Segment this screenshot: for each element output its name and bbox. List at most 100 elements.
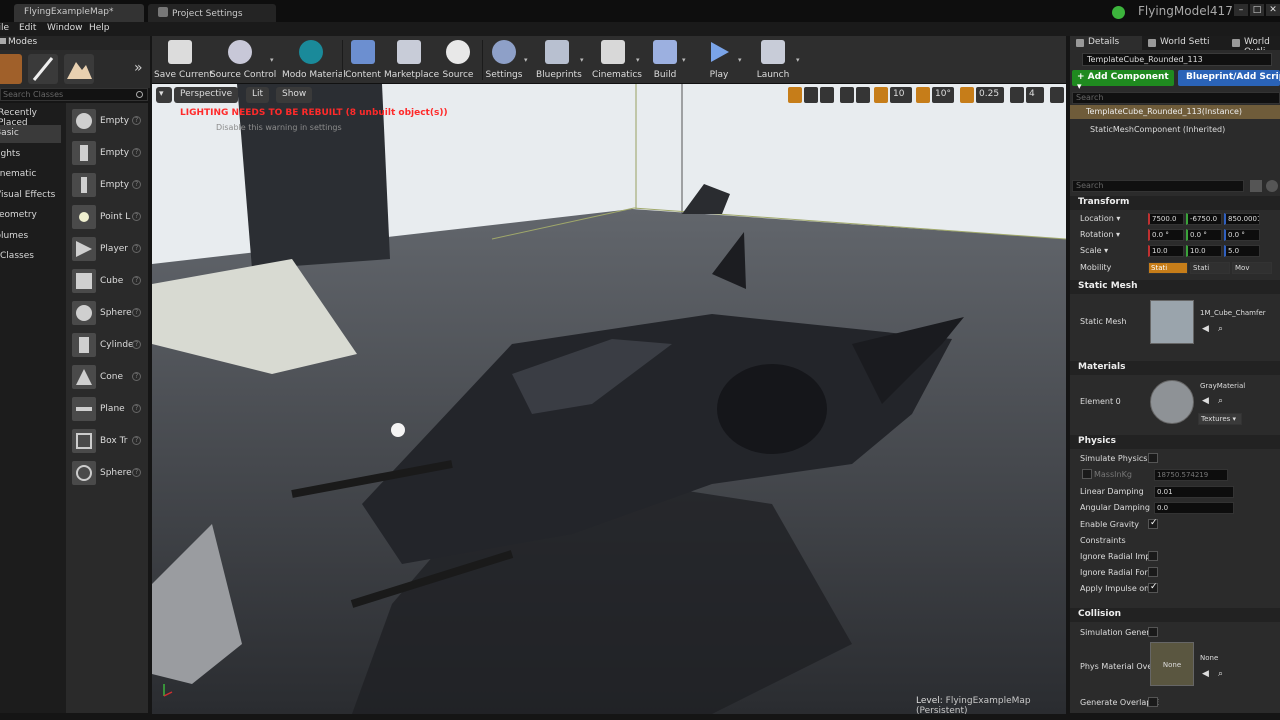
settings-button[interactable]: Settings	[484, 38, 524, 82]
materials-section[interactable]: Materials	[1070, 361, 1280, 375]
scale-snap-value[interactable]: 0.25	[976, 87, 1004, 103]
menu-window[interactable]: Window	[47, 23, 83, 33]
scale-snap-icon[interactable]	[960, 87, 974, 103]
search-classes-input[interactable]: Search Classes	[0, 88, 148, 101]
chevron-down-icon[interactable]: ▾	[524, 56, 528, 64]
help-icon[interactable]: ?	[132, 148, 141, 157]
list-item[interactable]: Cylinde?	[66, 330, 148, 360]
chevron-down-icon[interactable]: ▾	[580, 56, 584, 64]
object-name-field[interactable]: TemplateCube_Rounded_113	[1082, 53, 1272, 66]
component-search-input[interactable]: Search	[1072, 92, 1280, 104]
phys-material-thumbnail[interactable]: None	[1150, 642, 1194, 686]
rotation-label[interactable]: Rotation ▾	[1080, 230, 1120, 239]
viewport-scene[interactable]	[152, 84, 1066, 714]
scale-tool-icon[interactable]	[820, 87, 834, 103]
component-static-mesh-row[interactable]: StaticMeshComponent (Inherited)	[1070, 123, 1280, 137]
use-selected-icon[interactable]: ◀	[1202, 324, 1209, 334]
list-item[interactable]: Cone?	[66, 362, 148, 392]
collision-section[interactable]: Collision	[1070, 608, 1280, 622]
list-item[interactable]: Sphere?	[66, 458, 148, 488]
property-search-input[interactable]: Search	[1072, 180, 1244, 192]
tab-project-settings[interactable]: Project Settings	[148, 4, 276, 22]
category-visual-effects[interactable]: Visual Effects	[0, 187, 61, 205]
chevron-down-icon[interactable]: ▾	[682, 56, 686, 64]
location-y-field[interactable]: -6750.0	[1186, 213, 1222, 225]
source-button[interactable]: Source	[438, 38, 478, 82]
help-icon[interactable]: ?	[132, 404, 141, 413]
apply-impulse-checkbox[interactable]	[1148, 582, 1158, 593]
list-item[interactable]: Empty?	[66, 106, 148, 136]
content-button[interactable]: Content	[344, 38, 382, 82]
use-selected-icon[interactable]: ◀	[1202, 669, 1209, 679]
save-current-button[interactable]: Save Current	[154, 38, 213, 82]
rotation-x-field[interactable]: 0.0 °	[1148, 229, 1184, 241]
tab-flying-example-map[interactable]: FlyingExampleMap*	[14, 4, 144, 22]
mass-override-checkbox[interactable]	[1082, 469, 1092, 479]
scale-y-field[interactable]: 10.0	[1186, 245, 1222, 257]
material-thumbnail[interactable]	[1150, 380, 1194, 424]
location-label[interactable]: Location ▾	[1080, 214, 1120, 223]
help-icon[interactable]: ?	[132, 340, 141, 349]
help-icon[interactable]: ?	[132, 468, 141, 477]
category-all-classes[interactable]: All Classes	[0, 248, 52, 266]
static-mesh-section[interactable]: Static Mesh	[1070, 280, 1280, 294]
tab-world-outliner[interactable]: World Outli	[1226, 36, 1280, 57]
translate-tool-icon[interactable]	[788, 87, 802, 103]
mass-field[interactable]: 18750.574219	[1154, 469, 1228, 481]
chevron-down-icon[interactable]: ▾	[636, 56, 640, 64]
marketplace-button[interactable]: Marketplace	[384, 38, 439, 82]
menu-help[interactable]: Help	[89, 23, 110, 33]
rotate-tool-icon[interactable]	[804, 87, 818, 103]
menu-file[interactable]: File	[0, 23, 9, 33]
help-icon[interactable]: ?	[132, 244, 141, 253]
list-item[interactable]: Box Tr?	[66, 426, 148, 456]
list-item[interactable]: Plane?	[66, 394, 148, 424]
generate-overlap-checkbox[interactable]	[1148, 697, 1158, 707]
chevron-down-icon[interactable]: ▾	[796, 56, 800, 64]
ignore-radial-impulse-checkbox[interactable]	[1148, 551, 1158, 561]
camera-speed-icon[interactable]	[1010, 87, 1024, 103]
source-control-button[interactable]: Source Control	[210, 38, 276, 82]
ignore-radial-force-checkbox[interactable]	[1148, 567, 1158, 577]
scale-x-field[interactable]: 10.0	[1148, 245, 1184, 257]
rotation-snap-icon[interactable]	[916, 87, 930, 103]
rotation-snap-value[interactable]: 10°	[932, 87, 954, 103]
build-button[interactable]: Build	[648, 38, 682, 82]
add-component-button[interactable]: + Add Component ▾	[1072, 70, 1174, 92]
chevron-right-icon[interactable]: »	[134, 60, 143, 76]
landscape-mode-icon[interactable]	[64, 54, 94, 84]
surface-snap-icon[interactable]	[856, 87, 870, 103]
phys-material-dropdown[interactable]: None	[1198, 653, 1278, 665]
category-geometry[interactable]: Geometry	[0, 207, 58, 225]
light-source-icon[interactable]	[391, 423, 405, 437]
level-viewport[interactable]: ▾ Perspective Lit Show LIGHTING NEEDS TO…	[152, 84, 1066, 714]
lit-button[interactable]: Lit	[246, 87, 270, 103]
physics-section[interactable]: Physics	[1070, 435, 1280, 449]
category-lights[interactable]: Lights	[0, 146, 59, 164]
category-cinematic[interactable]: Cinematic	[0, 166, 57, 184]
component-instance-row[interactable]: TemplateCube_Rounded_113(Instance)	[1070, 105, 1280, 119]
modo-material-button[interactable]: Modo Material	[282, 38, 346, 82]
textures-dropdown[interactable]: Textures ▾	[1198, 413, 1242, 425]
static-mesh-thumbnail[interactable]	[1150, 300, 1194, 344]
grid-snap-icon[interactable]	[874, 87, 888, 103]
list-item[interactable]: Empty?	[66, 138, 148, 168]
list-item[interactable]: Point L?	[66, 202, 148, 232]
maximize-viewport-icon[interactable]	[1050, 87, 1064, 103]
help-icon[interactable]: ?	[132, 436, 141, 445]
mobility-stationary-button[interactable]: Stati	[1190, 262, 1230, 274]
list-item[interactable]: Cube?	[66, 266, 148, 296]
play-button[interactable]: Play	[702, 38, 736, 82]
help-icon[interactable]: ?	[132, 276, 141, 285]
place-mode-icon[interactable]	[0, 54, 22, 84]
rotation-z-field[interactable]: 0.0 °	[1224, 229, 1260, 241]
enable-gravity-checkbox[interactable]	[1148, 518, 1158, 529]
list-item[interactable]: Empty?	[66, 170, 148, 200]
launch-button[interactable]: Launch	[754, 38, 792, 82]
scale-label[interactable]: Scale ▾	[1080, 246, 1108, 255]
minimize-button[interactable]: –	[1234, 4, 1248, 16]
chevron-down-icon[interactable]: ▾	[270, 56, 274, 64]
viewport-options-button[interactable]: ▾	[156, 87, 172, 103]
close-button[interactable]: ✕	[1266, 4, 1280, 16]
modes-tab[interactable]: Modes	[0, 36, 150, 50]
